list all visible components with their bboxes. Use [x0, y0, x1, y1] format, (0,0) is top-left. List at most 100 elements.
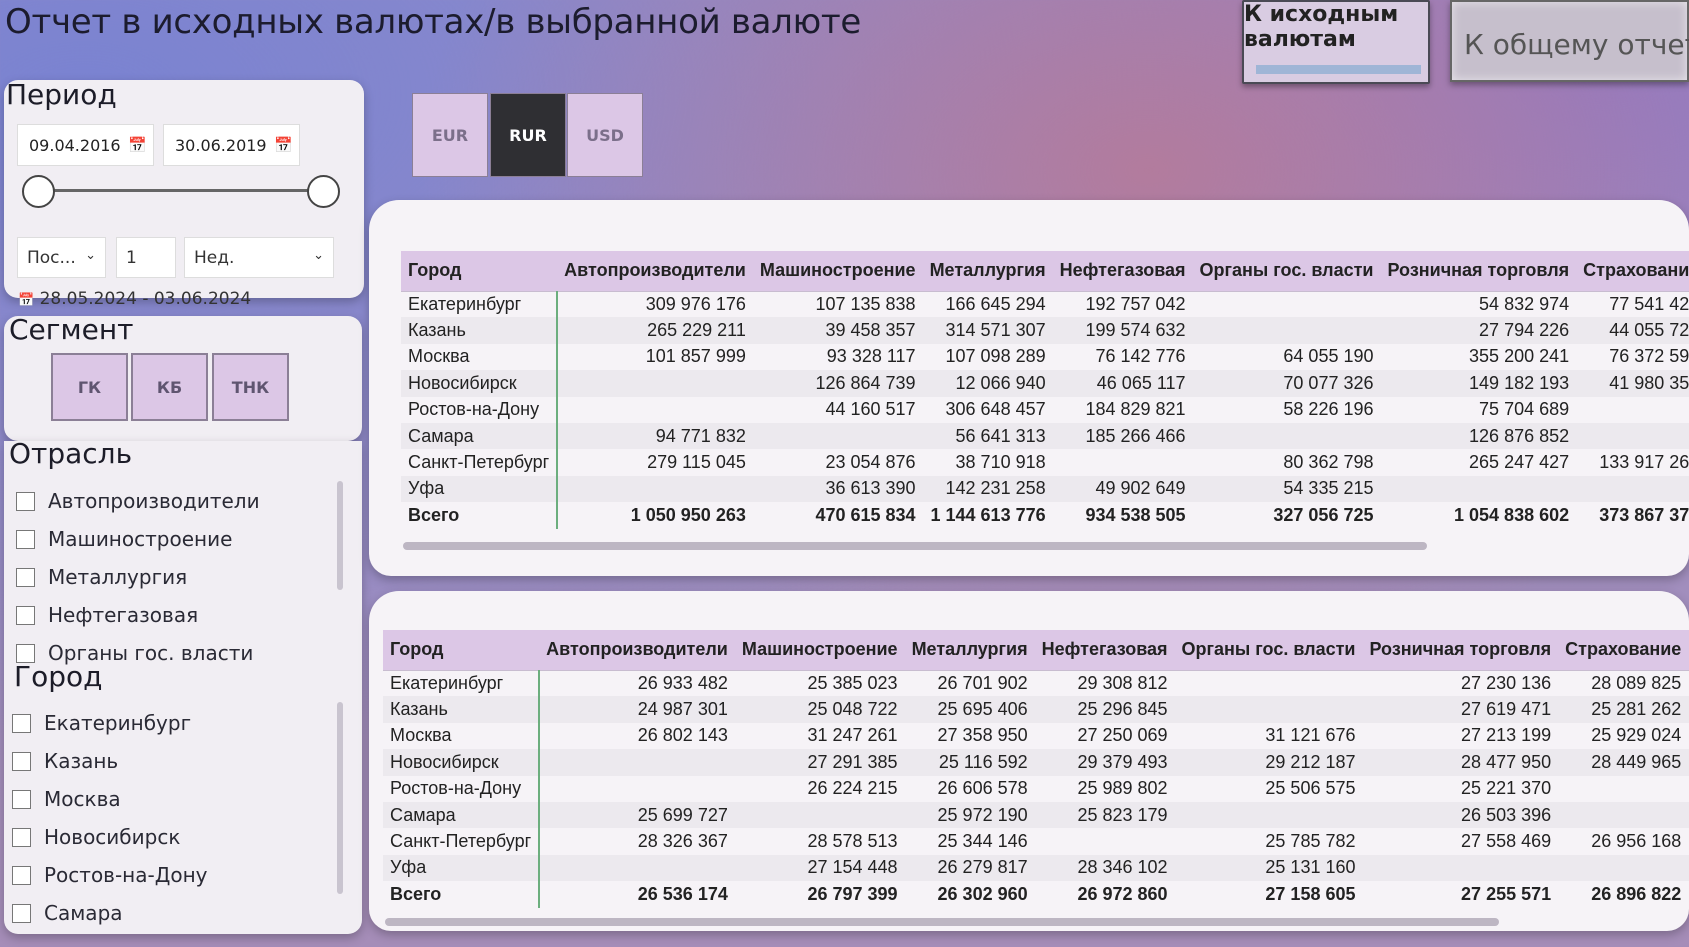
column-header[interactable]: Страхование: [1558, 630, 1689, 671]
checkbox[interactable]: [12, 751, 31, 771]
currency-rur-button[interactable]: RUR: [490, 93, 566, 177]
period-slider-end-handle[interactable]: [307, 175, 340, 208]
calendar-small-icon: 📅: [18, 293, 35, 308]
value-cell: 142 231 258: [922, 475, 1053, 503]
column-header[interactable]: Органы гос. власти: [1192, 251, 1381, 292]
value-cell: 126 864 739: [752, 370, 923, 397]
column-header[interactable]: Страхование: [1576, 251, 1689, 292]
value-cell: 25 972 190: [904, 801, 1035, 829]
value-cell: 27 358 950: [937, 725, 1028, 746]
checkbox[interactable]: [16, 605, 35, 625]
to-general-report-button[interactable]: К общему отчету: [1450, 0, 1689, 82]
industry-item[interactable]: Машиностроение: [16, 524, 232, 554]
industry-scrollbar[interactable]: [337, 481, 343, 590]
value-cell: 29 308 812: [1077, 672, 1168, 693]
city-item[interactable]: Екатеринбург: [12, 708, 191, 738]
industry-item[interactable]: Автопроизводители: [16, 486, 260, 516]
value-cell: [1558, 854, 1689, 882]
column-header[interactable]: Нефтегазовая: [1034, 630, 1175, 671]
table-row: Москва 26 802 143 31 247 261 27 358 950 27 2…: [383, 722, 1689, 750]
value-cell: [752, 422, 923, 450]
checkbox[interactable]: [16, 567, 35, 587]
value-cell: 26 933 482: [637, 672, 728, 693]
source-table-scrollbar[interactable]: [403, 542, 1427, 550]
value-cell: 265 247 427: [1469, 452, 1570, 473]
city-item[interactable]: Казань: [12, 746, 118, 776]
checkbox[interactable]: [12, 789, 31, 809]
value-cell: 101 857 999: [645, 346, 746, 367]
checkbox[interactable]: [12, 827, 31, 847]
column-header[interactable]: Розничная торговля: [1380, 251, 1577, 292]
value-cell: 31 247 261: [807, 725, 898, 746]
checkbox[interactable]: [16, 529, 35, 549]
city-scrollbar[interactable]: [337, 702, 343, 894]
table-row: Самара 94 771 832 56 641 313 185 266 466 126…: [401, 422, 1689, 450]
column-header[interactable]: Машиностроение: [734, 630, 905, 671]
value-cell: 46 065 117: [1052, 370, 1193, 397]
value-cell: 25 221 370: [1461, 778, 1552, 799]
value-cell: 25 695 406: [904, 696, 1035, 723]
value-cell: 44 055 723: [1576, 317, 1689, 344]
value-cell: 25 823 179: [1034, 801, 1175, 829]
segment-tnk-button[interactable]: ТНК: [212, 353, 289, 421]
value-cell: 49 902 649: [1052, 475, 1193, 503]
table-row: Санкт-Петербург 28 326 367 28 578 513 25 34…: [383, 828, 1689, 855]
column-header[interactable]: Нефтегазовая: [1052, 251, 1193, 292]
value-cell: 25 131 160: [1174, 854, 1363, 882]
date-from-input[interactable]: 09.04.2016 📅: [17, 124, 154, 166]
checkbox[interactable]: [12, 903, 31, 923]
column-header[interactable]: Машиностроение: [752, 251, 923, 292]
value-cell: 26 972 860: [1077, 883, 1168, 904]
value-cell: [1175, 670, 1363, 696]
row-city-cell: Ростов-на-Дону: [383, 775, 541, 802]
column-header[interactable]: Органы гос. власти: [1174, 630, 1363, 671]
column-header[interactable]: Розничная торговля: [1362, 630, 1559, 671]
calendar-icon[interactable]: 📅: [128, 136, 147, 154]
relative-mode-select[interactable]: Пос... ⌄: [17, 237, 106, 278]
value-cell: 26 606 578: [937, 778, 1028, 799]
to-source-currencies-button[interactable]: К исходным валютам: [1242, 0, 1430, 84]
column-header-city[interactable]: Город: [401, 251, 558, 292]
column-header[interactable]: Металлургия: [922, 251, 1053, 292]
value-cell: 26 279 817: [904, 854, 1035, 882]
relative-count-input[interactable]: 1: [116, 237, 176, 278]
value-cell: 184 829 821: [1085, 399, 1186, 420]
calendar-icon[interactable]: 📅: [274, 136, 293, 154]
relative-mode-value: Пос...: [27, 247, 76, 268]
industry-item[interactable]: Нефтегазовая: [16, 600, 198, 630]
total-row: Всего 26 536 174 26 797 399 26 302 960 26 97…: [383, 881, 1689, 908]
checkbox[interactable]: [12, 865, 31, 885]
segment-kb-button[interactable]: КБ: [131, 353, 208, 421]
selected-table-scrollbar[interactable]: [385, 918, 1499, 926]
value-cell: 36 613 390: [752, 475, 923, 503]
city-item[interactable]: Самара: [12, 898, 123, 928]
value-cell: 25 281 262: [1558, 696, 1689, 723]
city-item[interactable]: Ростов-на-Дону: [12, 860, 208, 890]
date-to-input[interactable]: 30.06.2019 📅: [163, 124, 300, 166]
table-row: Казань 265 229 211 39 458 357 314 571 307 19…: [401, 317, 1689, 344]
value-cell: 107 135 838: [815, 293, 916, 314]
currency-eur-button[interactable]: EUR: [412, 93, 488, 177]
industry-item[interactable]: Металлургия: [16, 562, 187, 592]
column-header-city[interactable]: Город: [383, 630, 540, 671]
checkbox[interactable]: [16, 491, 35, 511]
row-city-cell: Екатеринбург: [383, 670, 541, 697]
column-header[interactable]: Автопроизводители: [539, 630, 735, 671]
checkbox[interactable]: [12, 713, 31, 733]
value-cell: 133 917 267: [1599, 452, 1689, 473]
column-header[interactable]: Автопроизводители: [557, 251, 753, 292]
city-item[interactable]: Москва: [12, 784, 121, 814]
relative-unit-select[interactable]: Нед. ⌄: [184, 237, 334, 278]
table-row: Новосибирск 126 864 739 12 066 940 46 065 1…: [401, 370, 1689, 397]
row-city-cell: Казань: [383, 696, 541, 723]
period-slider-track[interactable]: [38, 189, 324, 192]
value-cell: 77 541 427: [1609, 293, 1689, 314]
value-cell: [1192, 422, 1381, 450]
value-cell: 28 578 513: [807, 831, 898, 852]
value-cell: 76 142 776: [1095, 346, 1186, 367]
city-item[interactable]: Новосибирск: [12, 822, 180, 852]
period-slider-start-handle[interactable]: [22, 175, 55, 208]
segment-gk-button[interactable]: ГК: [51, 353, 128, 421]
currency-usd-button[interactable]: USD: [567, 93, 643, 177]
column-header[interactable]: Металлургия: [904, 630, 1035, 671]
